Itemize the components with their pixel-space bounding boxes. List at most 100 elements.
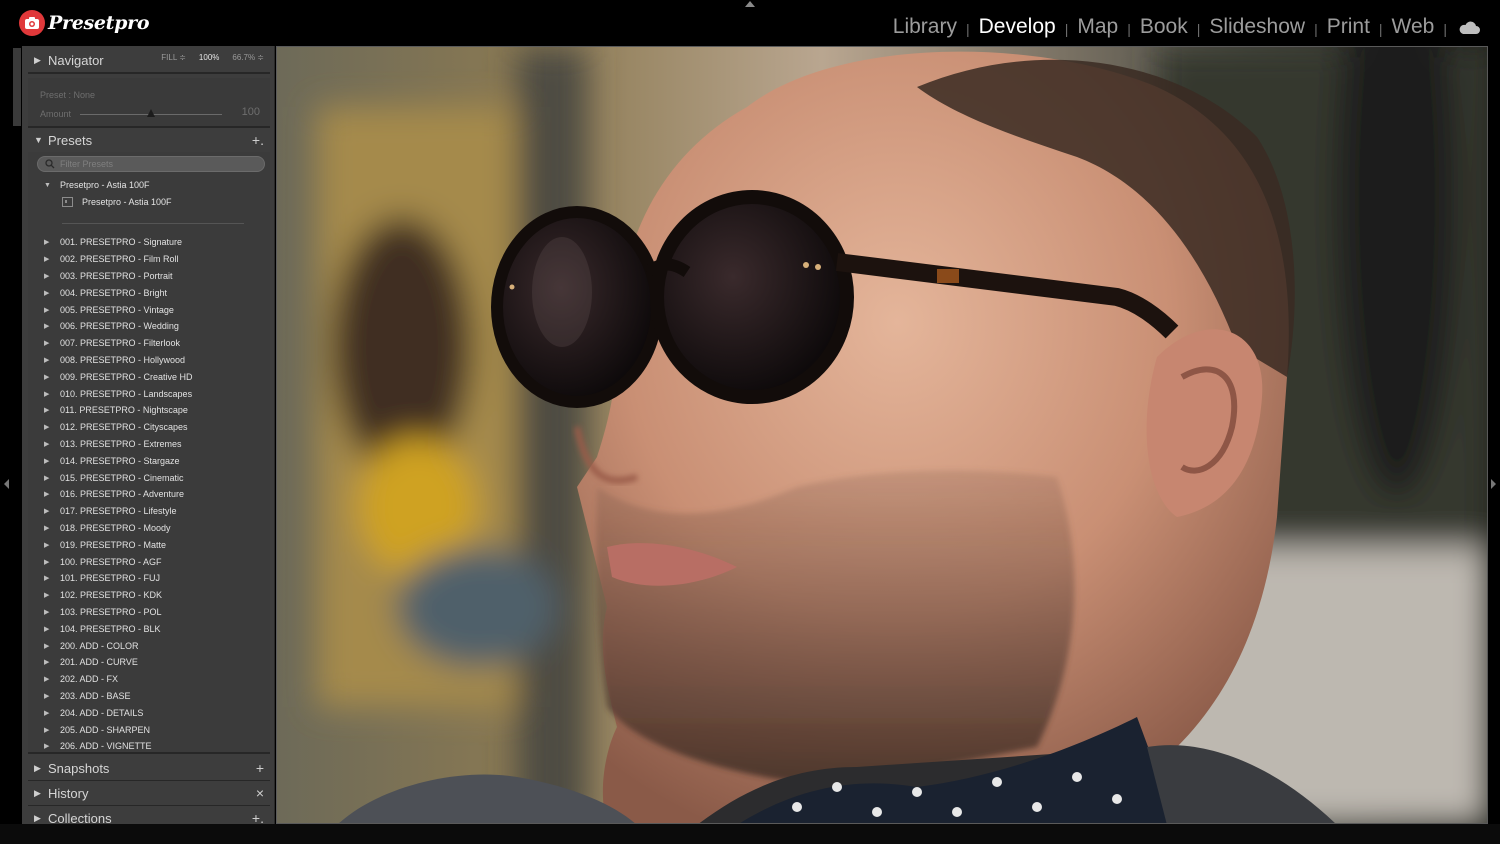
preset-amount-box: Preset : None Amount 100 bbox=[28, 78, 270, 128]
navigator-header[interactable]: ▶ Navigator FILL ≑ 100% 66.7% ≑ bbox=[28, 48, 270, 74]
preset-group-row[interactable]: ▶ 005. PRESETPRO - Vintage bbox=[44, 301, 193, 318]
add-snapshot-button[interactable]: + bbox=[256, 760, 264, 776]
preset-group-row[interactable]: ▶ 006. PRESETPRO - Wedding bbox=[44, 318, 193, 335]
history-title: History bbox=[48, 785, 89, 801]
preset-group-row[interactable]: ▶ 003. PRESETPRO - Portrait bbox=[44, 268, 193, 285]
expand-triangle-icon: ▶ bbox=[44, 440, 50, 448]
preset-group-row[interactable]: ▶ 001. PRESETPRO - Signature bbox=[44, 234, 193, 251]
history-header[interactable]: ▶ History × bbox=[28, 781, 270, 807]
preset-group-label: 014. PRESETPRO - Stargaze bbox=[60, 455, 180, 466]
preset-group-open[interactable]: ▼ Presetpro - Astia 100F bbox=[44, 180, 150, 190]
brand: Presetpro bbox=[19, 9, 150, 37]
preset-group-row[interactable]: ▶ 103. PRESETPRO - POL bbox=[44, 604, 193, 621]
expand-triangle-icon: ▶ bbox=[44, 306, 50, 314]
preset-group-label: 003. PRESETPRO - Portrait bbox=[60, 270, 173, 281]
preset-item-label: Presetpro - Astia 100F bbox=[82, 197, 172, 207]
left-panel: ▶ Navigator FILL ≑ 100% 66.7% ≑ Preset :… bbox=[22, 46, 275, 824]
bottom-bar bbox=[0, 824, 1500, 844]
preset-group-row[interactable]: ▶ 201. ADD - CURVE bbox=[44, 654, 193, 671]
collapse-triangle-icon: ▼ bbox=[34, 135, 43, 145]
preset-group-row[interactable]: ▶ 019. PRESETPRO - Matte bbox=[44, 536, 193, 553]
expand-triangle-icon: ▶ bbox=[44, 575, 50, 583]
preset-group-label: 200. ADD - COLOR bbox=[60, 640, 139, 651]
expand-triangle-icon: ▶ bbox=[44, 676, 50, 684]
expand-triangle-icon: ▶ bbox=[44, 474, 50, 482]
preset-group-row[interactable]: ▶ 013. PRESETPRO - Extremes bbox=[44, 436, 193, 453]
preset-item[interactable]: Presetpro - Astia 100F bbox=[62, 197, 172, 207]
expand-triangle-icon: ▶ bbox=[34, 762, 41, 773]
brand-name: Presetpro bbox=[48, 12, 150, 34]
snapshots-header[interactable]: ▶ Snapshots + bbox=[28, 756, 270, 782]
preset-group-row[interactable]: ▶ 011. PRESETPRO - Nightscape bbox=[44, 402, 193, 419]
preset-group-row[interactable]: ▶ 204. ADD - DETAILS bbox=[44, 704, 193, 721]
expand-triangle-icon: ▶ bbox=[44, 524, 50, 532]
module-book[interactable]: Book bbox=[1140, 15, 1188, 39]
filter-presets-input[interactable] bbox=[60, 157, 250, 171]
preset-group-row[interactable]: ▶ 007. PRESETPRO - Filterlook bbox=[44, 335, 193, 352]
preset-group-label: 015. PRESETPRO - Cinematic bbox=[60, 472, 184, 483]
amount-value[interactable]: 100 bbox=[242, 106, 260, 118]
photo-canvas[interactable] bbox=[276, 46, 1488, 824]
zoom-fill-option[interactable]: FILL ≑ bbox=[161, 53, 186, 62]
preset-group-row[interactable]: ▶ 206. ADD - VIGNETTE bbox=[44, 738, 193, 755]
collapse-triangle-icon: ▼ bbox=[44, 181, 51, 189]
preset-group-row[interactable]: ▶ 002. PRESETPRO - Film Roll bbox=[44, 251, 193, 268]
module-print[interactable]: Print bbox=[1327, 15, 1370, 39]
preset-group-row[interactable]: ▶ 014. PRESETPRO - Stargaze bbox=[44, 452, 193, 469]
preset-group-row[interactable]: ▶ 009. PRESETPRO - Creative HD bbox=[44, 368, 193, 385]
expand-triangle-icon: ▶ bbox=[44, 390, 50, 398]
preset-group-label: 011. PRESETPRO - Nightscape bbox=[60, 405, 188, 416]
collections-header[interactable]: ▶ Collections +. bbox=[28, 806, 270, 824]
expand-triangle-icon: ▶ bbox=[34, 812, 41, 823]
preset-group-label: 008. PRESETPRO - Hollywood bbox=[60, 354, 186, 365]
module-separator: | bbox=[1314, 21, 1318, 37]
preset-group-label: 101. PRESETPRO - FUJ bbox=[60, 573, 161, 584]
preset-group-row[interactable]: ▶ 202. ADD - FX bbox=[44, 671, 193, 688]
preset-divider bbox=[62, 223, 244, 224]
navigator-title: Navigator bbox=[48, 52, 104, 68]
preset-group-row[interactable]: ▶ 008. PRESETPRO - Hollywood bbox=[44, 352, 193, 369]
preset-group-row[interactable]: ▶ 205. ADD - SHARPEN bbox=[44, 721, 193, 738]
presets-title: Presets bbox=[48, 132, 93, 148]
preset-group-row[interactable]: ▶ 203. ADD - BASE bbox=[44, 688, 193, 705]
module-web[interactable]: Web bbox=[1392, 15, 1435, 39]
zoom-custom-option[interactable]: 66.7% ≑ bbox=[232, 53, 264, 62]
expand-triangle-icon: ▶ bbox=[44, 692, 50, 700]
module-slideshow[interactable]: Slideshow bbox=[1209, 15, 1305, 39]
preset-group-row[interactable]: ▶ 100. PRESETPRO - AGF bbox=[44, 553, 193, 570]
panel-scrollbar[interactable] bbox=[13, 48, 21, 126]
preset-group-label: 001. PRESETPRO - Signature bbox=[60, 237, 183, 248]
preset-group-label: 007. PRESETPRO - Filterlook bbox=[60, 338, 181, 349]
filter-presets-field[interactable] bbox=[37, 156, 265, 172]
cloud-icon[interactable] bbox=[1458, 21, 1480, 35]
preset-group-row[interactable]: ▶ 101. PRESETPRO - FUJ bbox=[44, 570, 193, 587]
amount-slider-thumb[interactable] bbox=[147, 109, 155, 117]
module-library[interactable]: Library bbox=[893, 15, 957, 39]
zoom-100-option[interactable]: 100% bbox=[199, 53, 219, 62]
collapse-top-panel-arrow[interactable] bbox=[745, 1, 755, 7]
preset-group-row[interactable]: ▶ 015. PRESETPRO - Cinematic bbox=[44, 469, 193, 486]
preset-group-row[interactable]: ▶ 010. PRESETPRO - Landscapes bbox=[44, 385, 193, 402]
module-map[interactable]: Map bbox=[1077, 15, 1118, 39]
preset-group-row[interactable]: ▶ 016. PRESETPRO - Adventure bbox=[44, 486, 193, 503]
module-develop[interactable]: Develop bbox=[979, 15, 1056, 39]
right-panel-toggle[interactable] bbox=[1491, 479, 1496, 489]
preset-group-label: 019. PRESETPRO - Matte bbox=[60, 539, 167, 550]
preset-group-row[interactable]: ▶ 004. PRESETPRO - Bright bbox=[44, 284, 193, 301]
preset-group-label: 006. PRESETPRO - Wedding bbox=[60, 321, 179, 332]
preset-group-row[interactable]: ▶ 018. PRESETPRO - Moody bbox=[44, 520, 193, 537]
left-panel-toggle[interactable] bbox=[4, 479, 9, 489]
expand-triangle-icon: ▶ bbox=[44, 256, 50, 264]
add-preset-button[interactable]: +. bbox=[252, 132, 264, 148]
add-collection-button[interactable]: +. bbox=[252, 810, 264, 824]
expand-triangle-icon: ▶ bbox=[44, 239, 50, 247]
preset-group-row[interactable]: ▶ 200. ADD - COLOR bbox=[44, 637, 193, 654]
preset-group-row[interactable]: ▶ 012. PRESETPRO - Cityscapes bbox=[44, 419, 193, 436]
preset-group-label: 104. PRESETPRO - BLK bbox=[60, 623, 161, 634]
preset-group-row[interactable]: ▶ 102. PRESETPRO - KDK bbox=[44, 587, 193, 604]
preset-group-row[interactable]: ▶ 104. PRESETPRO - BLK bbox=[44, 620, 193, 637]
clear-history-button[interactable]: × bbox=[256, 785, 264, 801]
preset-group-row[interactable]: ▶ 017. PRESETPRO - Lifestyle bbox=[44, 503, 193, 520]
module-separator: | bbox=[1064, 21, 1069, 37]
presets-header[interactable]: ▼ Presets +. bbox=[28, 128, 270, 154]
